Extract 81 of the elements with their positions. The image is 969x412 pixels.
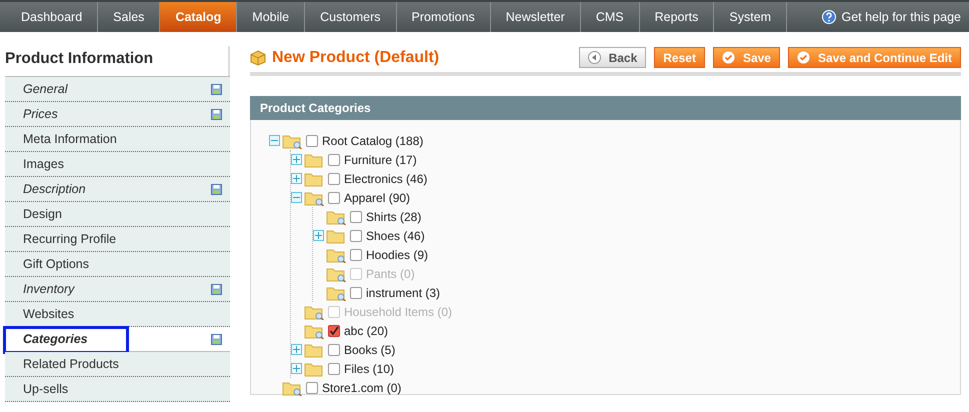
help-icon[interactable] (822, 10, 836, 24)
nav-tab[interactable]: Newsletter (490, 2, 581, 32)
sidebar-item[interactable]: Related Products (5, 352, 230, 377)
sidebar-item[interactable]: Recurring Profile (5, 227, 230, 252)
category-label[interactable]: Books (5) (344, 342, 396, 356)
nav-tab[interactable]: System (714, 2, 788, 32)
folder-icon (326, 284, 346, 300)
back-icon (588, 51, 601, 64)
sidebar-item[interactable]: Meta Information (5, 127, 230, 152)
help-link[interactable]: Get help for this page (841, 10, 961, 24)
page-title: New Product (Default) (272, 48, 440, 66)
category-label[interactable]: Files (10) (344, 362, 394, 376)
box-icon (250, 50, 266, 66)
checkbox[interactable] (328, 324, 340, 336)
nav-tab[interactable]: CMS (580, 2, 640, 32)
sidebar-item[interactable]: Gift Options (5, 252, 230, 277)
checkbox[interactable] (328, 362, 340, 374)
nav-tab[interactable]: Promotions (396, 2, 491, 32)
category-label[interactable]: instrument (3) (366, 286, 440, 300)
checkbox[interactable] (350, 230, 362, 242)
checkbox[interactable] (328, 154, 340, 166)
folder-icon (304, 170, 324, 186)
folder-icon (304, 322, 324, 338)
expand-icon[interactable] (313, 230, 324, 241)
sidebar-item[interactable]: Websites (5, 302, 230, 327)
sidebar-item[interactable]: Design (5, 202, 230, 227)
category-label[interactable]: Electronics (46) (344, 172, 428, 186)
checkbox[interactable] (350, 210, 362, 222)
expand-icon[interactable] (291, 344, 302, 355)
check-icon (722, 51, 735, 64)
folder-icon (326, 228, 346, 244)
category-label[interactable]: abc (20) (344, 324, 388, 338)
folder-icon (304, 360, 324, 376)
back-button[interactable]: Back (578, 47, 646, 68)
sidebar-item[interactable]: General (5, 77, 230, 102)
checkbox[interactable] (328, 192, 340, 204)
collapse-icon[interactable] (269, 135, 280, 146)
folder-icon (304, 190, 324, 206)
sidebar-item[interactable]: Inventory (5, 277, 230, 302)
checkbox[interactable] (328, 344, 340, 356)
save-icon (211, 84, 222, 94)
nav-tab[interactable]: Mobile (237, 2, 306, 32)
category-label[interactable]: Furniture (17) (344, 152, 417, 166)
sidebar-item[interactable]: Description (5, 177, 230, 202)
sidebar-item[interactable]: Prices (5, 102, 230, 127)
folder-icon (282, 132, 302, 148)
checkbox[interactable] (350, 248, 362, 260)
category-label[interactable]: Store1.com (0) (322, 380, 402, 394)
expand-icon[interactable] (291, 154, 302, 165)
category-label[interactable]: Shoes (46) (366, 228, 425, 242)
collapse-icon[interactable] (291, 192, 302, 203)
nav-tab[interactable]: Reports (640, 2, 714, 32)
folder-icon (304, 342, 324, 358)
folder-icon (326, 266, 346, 282)
checkbox[interactable] (328, 172, 340, 184)
nav-tab[interactable]: Dashboard (6, 2, 98, 32)
folder-icon (282, 380, 302, 396)
sidebar-item[interactable]: Up-sells (5, 377, 230, 402)
category-label[interactable]: Apparel (90) (344, 190, 410, 204)
save-icon (211, 334, 222, 344)
save-icon (211, 284, 222, 294)
checkbox[interactable] (306, 134, 318, 146)
nav-tab[interactable]: Customers (305, 2, 397, 32)
category-label[interactable]: Root Catalog (188) (322, 134, 424, 148)
save-icon (211, 184, 222, 194)
checkbox[interactable] (306, 382, 318, 394)
folder-icon (304, 152, 324, 168)
save-icon (211, 108, 222, 120)
expand-icon[interactable] (291, 173, 302, 184)
sidebar-item[interactable]: Categories (5, 327, 230, 352)
category-label[interactable]: Shirts (28) (366, 210, 422, 224)
expand-icon[interactable] (291, 363, 302, 374)
folder-icon (304, 304, 324, 320)
nav-tab[interactable]: Catalog (160, 2, 238, 32)
folder-icon (326, 208, 346, 224)
checkbox[interactable] (350, 286, 362, 298)
sidebar-item[interactable]: Images (5, 152, 230, 177)
check-icon (796, 51, 810, 64)
folder-icon (326, 246, 346, 262)
category-label[interactable]: Hoodies (9) (366, 248, 428, 262)
panel-header: Product Categories (250, 96, 961, 120)
